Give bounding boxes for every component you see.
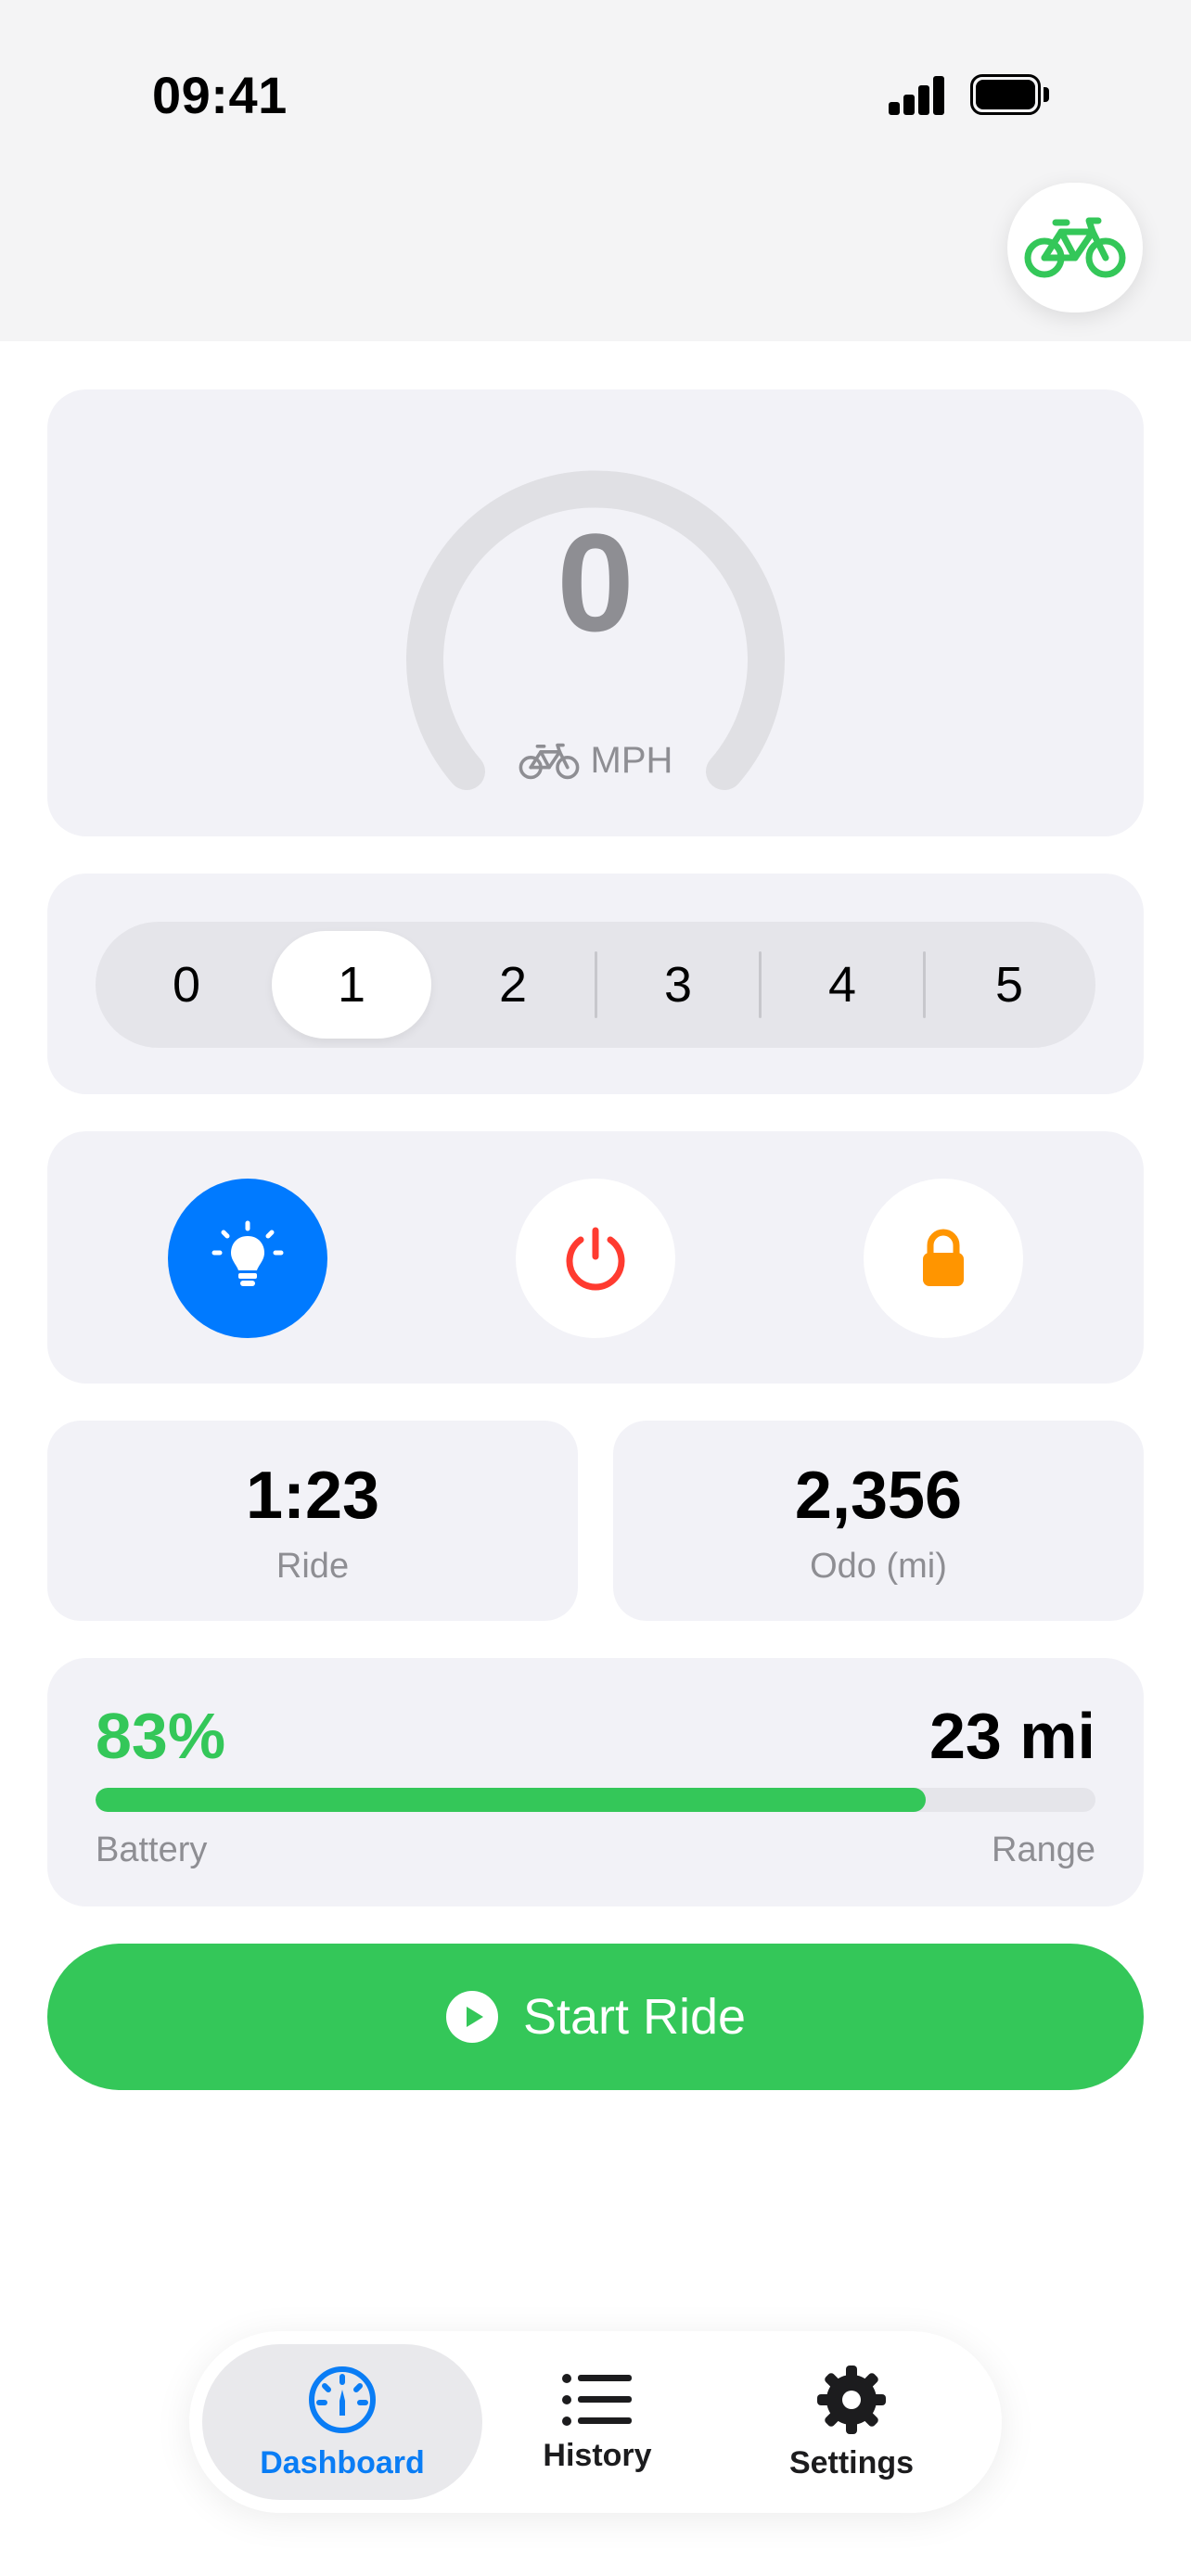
bicycle-icon xyxy=(519,743,579,779)
speed-unit-row: MPH xyxy=(47,740,1144,782)
tab-settings-label: Settings xyxy=(788,2444,915,2480)
lock-button[interactable] xyxy=(864,1179,1023,1338)
tab-dashboard[interactable]: Dashboard xyxy=(202,2344,482,2500)
bicycle-icon xyxy=(1024,217,1126,278)
range-label: Range xyxy=(992,1830,1095,1869)
tab-settings[interactable]: Settings xyxy=(740,2344,963,2500)
assist-level-option[interactable]: 5 xyxy=(926,922,1093,1048)
battery-card: 83% 23 mi Battery Range xyxy=(47,1658,1144,1906)
power-button[interactable] xyxy=(516,1179,675,1338)
list-icon xyxy=(562,2373,632,2426)
play-circle-icon xyxy=(445,1991,498,2043)
tab-history[interactable]: History xyxy=(490,2344,705,2500)
battery-progress-bar xyxy=(96,1788,1095,1812)
lightbulb-icon xyxy=(211,1220,284,1286)
start-ride-label: Start Ride xyxy=(522,1989,747,2045)
assist-level-option[interactable]: 3 xyxy=(597,922,759,1048)
gauge-icon xyxy=(309,2366,376,2433)
assist-level-selector[interactable]: 0 1 2 3 4 5 xyxy=(96,922,1095,1048)
cellular-signal-icon xyxy=(889,74,946,115)
controls-card xyxy=(47,1131,1144,1384)
assist-level-card: 0 1 2 3 4 5 xyxy=(47,874,1144,1094)
range-value: 23 mi xyxy=(929,1700,1095,1772)
assist-level-option[interactable]: 0 xyxy=(96,922,277,1048)
header-area xyxy=(0,0,1191,341)
tab-history-label: History xyxy=(543,2437,652,2473)
ride-time-value: 1:23 xyxy=(245,1459,380,1533)
start-ride-button[interactable]: Start Ride xyxy=(47,1944,1144,2090)
ride-time-card: 1:23 Ride xyxy=(47,1421,578,1621)
odometer-value: 2,356 xyxy=(794,1459,963,1533)
gear-icon xyxy=(817,2365,886,2434)
power-icon xyxy=(566,1227,625,1291)
tab-dashboard-label: Dashboard xyxy=(260,2444,425,2480)
battery-progress-fill xyxy=(96,1788,926,1812)
battery-status-icon xyxy=(970,74,1050,115)
speedometer-card: 0 MPH xyxy=(47,389,1144,836)
speed-value: 0 xyxy=(557,504,634,660)
bike-connect-button[interactable] xyxy=(1007,183,1143,312)
tab-bar: Dashboard History Settings xyxy=(189,2331,1002,2513)
speed-unit-label: MPH xyxy=(590,740,673,781)
ride-time-label: Ride xyxy=(275,1547,350,1586)
odometer-label: Odo (mi) xyxy=(810,1547,947,1586)
battery-percent: 83% xyxy=(96,1700,226,1772)
light-toggle-button[interactable] xyxy=(168,1179,327,1338)
battery-label: Battery xyxy=(96,1830,208,1869)
assist-level-option[interactable]: 2 xyxy=(431,922,595,1048)
status-time: 09:41 xyxy=(152,66,288,124)
assist-level-option-selected[interactable]: 1 xyxy=(272,931,431,1039)
odometer-card: 2,356 Odo (mi) xyxy=(613,1421,1144,1621)
assist-level-option[interactable]: 4 xyxy=(762,922,923,1048)
lock-icon xyxy=(923,1229,964,1286)
